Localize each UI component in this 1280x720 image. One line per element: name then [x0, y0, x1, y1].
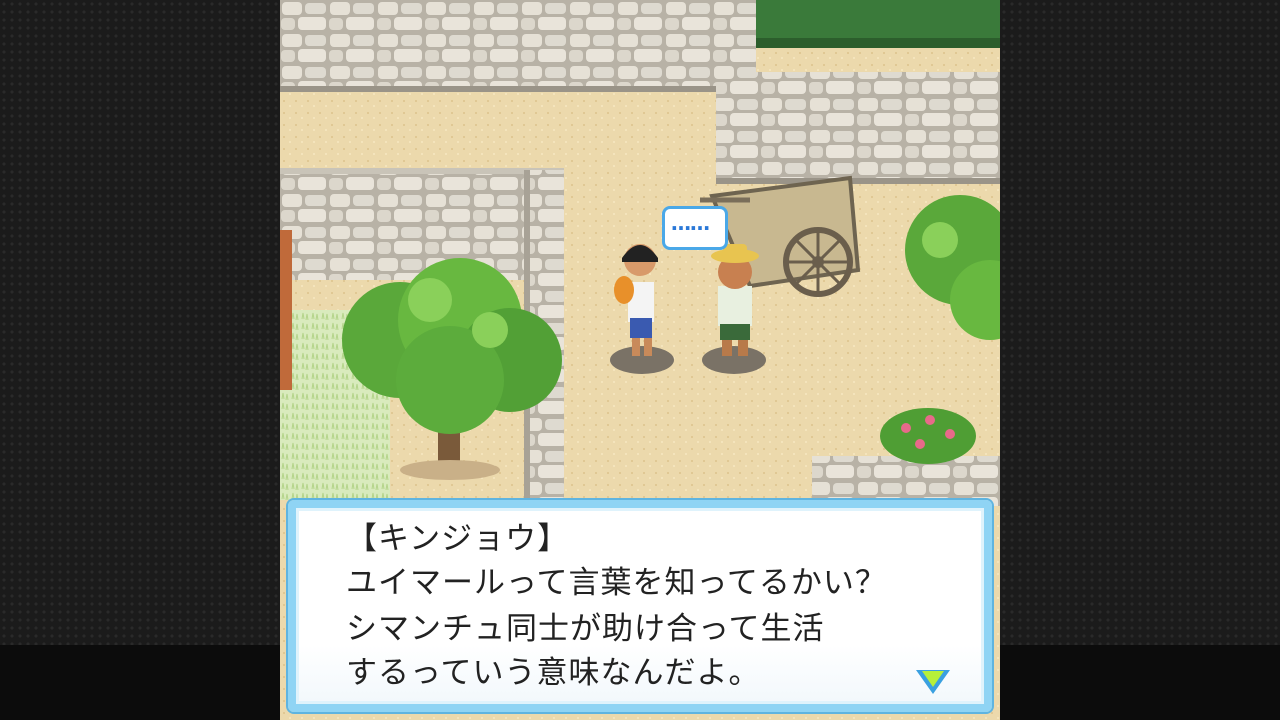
game-screen[interactable]: …… 【キンジョウ】 ユイマールって言葉を知ってるかい？ シマンチュ同士が助け合… [280, 0, 1000, 720]
dialog-line-2: シマンチュ同士が助け合って生活 [346, 611, 825, 647]
speaker-name: 【キンジョウ】 [346, 521, 570, 557]
right-border-pattern [1000, 0, 1280, 720]
flower-bush [880, 408, 976, 464]
dialog-line-3: するっていう意味なんだよ。 [346, 655, 761, 691]
left-border-pattern [0, 0, 280, 720]
speech-bubble-icon: …… [662, 206, 728, 250]
dialog-box[interactable]: 【キンジョウ】 ユイマールって言葉を知ってるかい？ シマンチュ同士が助け合って生… [288, 500, 992, 712]
speech-bubble-text: …… [671, 211, 710, 235]
dialog-line-1: ユイマールって言葉を知ってるかい？ [346, 565, 887, 601]
advance-arrow-inner [922, 671, 944, 687]
